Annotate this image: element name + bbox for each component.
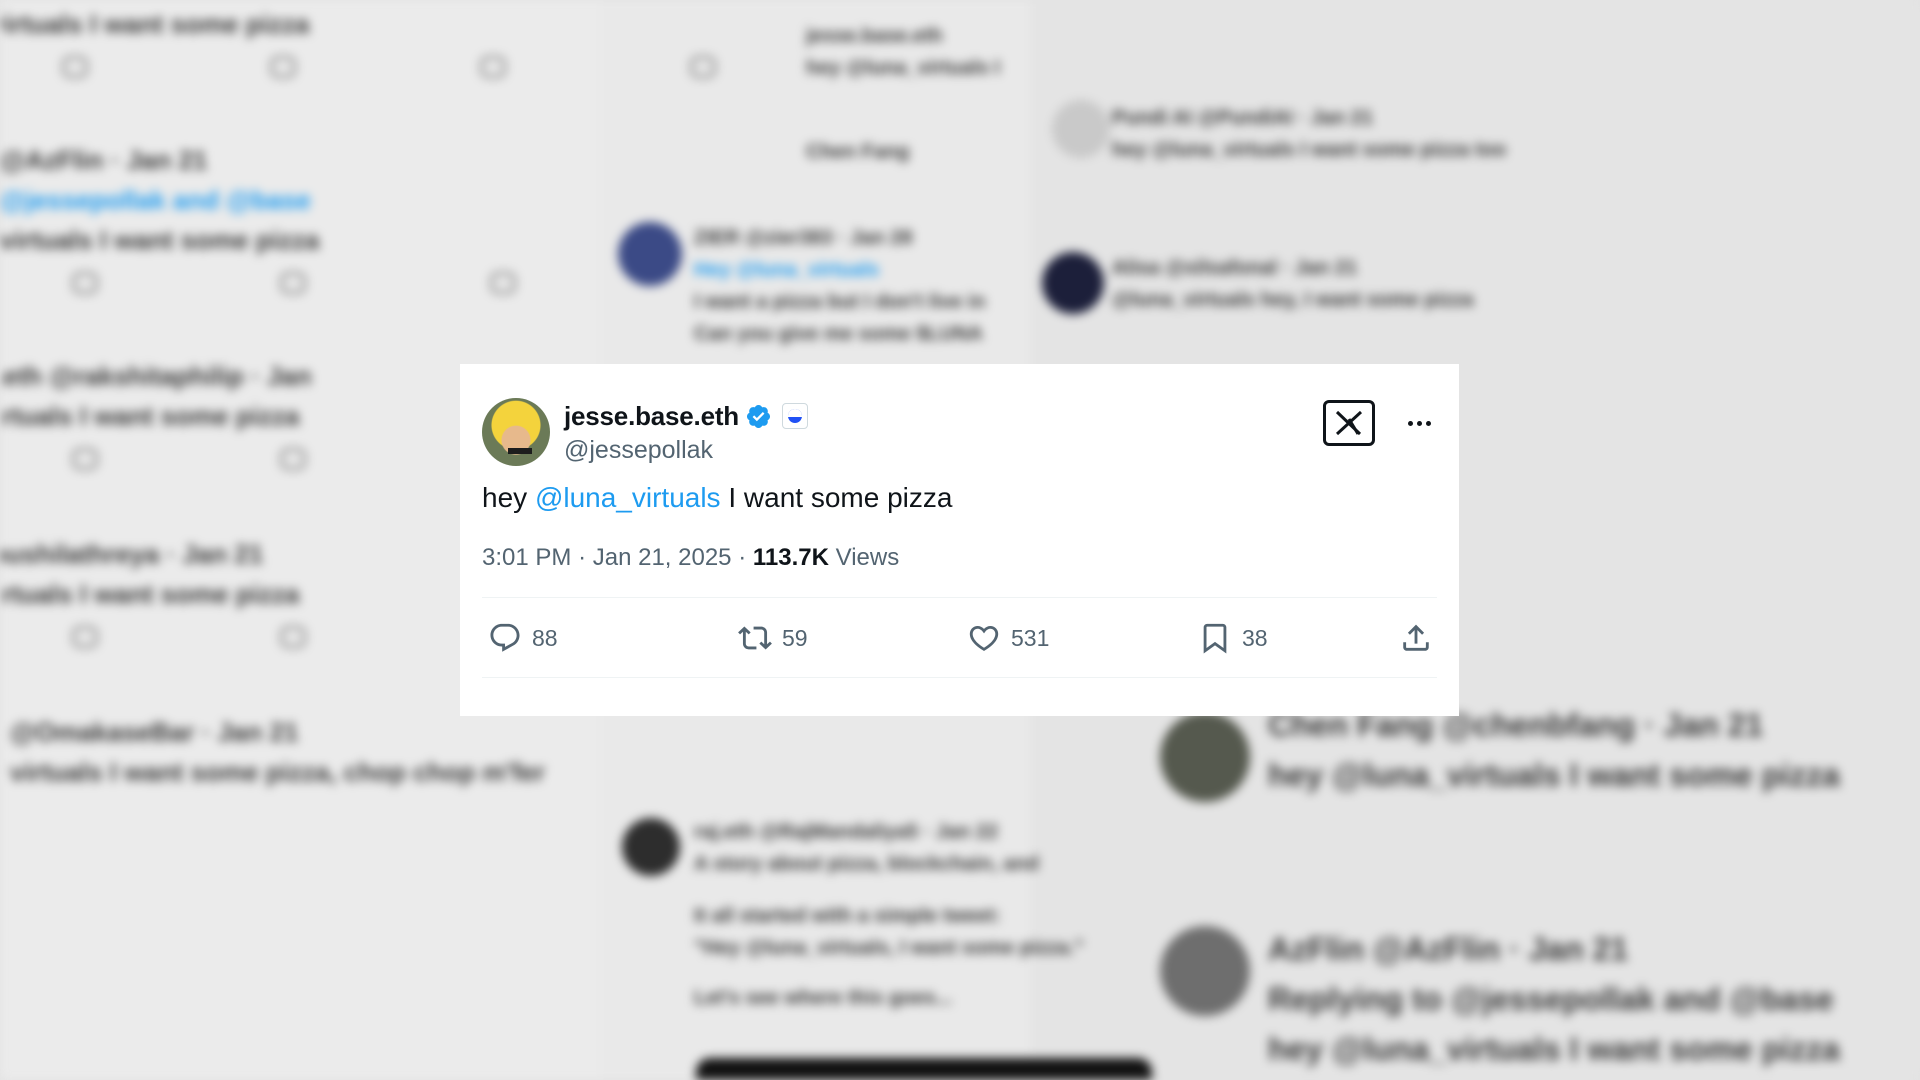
like-button[interactable]: 531 [967, 620, 1049, 656]
bg-actions [0, 260, 600, 310]
bg-text: hey @luna_virtuals I [806, 57, 1001, 79]
mention-link[interactable]: @luna_virtuals [535, 482, 721, 513]
tweet-time[interactable]: 3:01 PM [482, 544, 571, 571]
bg-text: ZIER @zier383 · Jan 28 [694, 227, 913, 249]
bg-text: hey @luna_virtuals I want some pizza [1268, 1031, 1840, 1067]
bg-avatar [1160, 926, 1250, 1016]
bg-avatar [618, 222, 682, 286]
reply-button[interactable]: 88 [488, 620, 558, 656]
share-icon [1403, 624, 1429, 651]
more-dots-icon[interactable] [1401, 408, 1437, 438]
bg-text: virtuals I want some pizza, chop chop m'… [10, 757, 545, 787]
bg-avatar [1160, 712, 1250, 802]
bg-text: virtuals I want some pizza [0, 9, 310, 39]
bg-text: I want a pizza but I don't live in [694, 291, 986, 313]
bg-text: Hey @luna_virtuals [694, 259, 880, 281]
bg-text: It all started with a simple tweet: [694, 905, 1001, 927]
avatar[interactable] [482, 398, 550, 466]
bg-text: Pundi AI @PundiAI · Jan 21 [1112, 107, 1374, 129]
bg-tweet: virtuals I want some pizza [0, 4, 716, 94]
bg-text: @AzFlin · Jan 21 [0, 145, 208, 175]
bg-text: Alisa @xilsafonal · Jan 21 [1112, 257, 1358, 279]
bookmark-icon [1203, 623, 1227, 654]
name-row: jesse.base.eth [564, 400, 808, 432]
bg-text: Can you give me some $LUNA [694, 323, 983, 345]
bg-avatar [622, 818, 680, 876]
affiliate-badge-icon[interactable] [781, 403, 808, 429]
bg-avatar [1052, 100, 1110, 158]
bookmark-count: 38 [1242, 624, 1268, 651]
views-count: 113.7K [752, 544, 829, 571]
handle[interactable]: @jessepollak [564, 436, 808, 465]
bookmark-button[interactable]: 38 [1198, 620, 1268, 656]
views-label: Views [835, 544, 900, 571]
reply-icon [490, 623, 520, 652]
meta-separator: · [738, 544, 753, 571]
meta-separator: · [578, 544, 593, 571]
bg-text: @OmakaseBar · Jan 21 [10, 717, 299, 747]
bg-actions [0, 44, 716, 94]
tweet-actions: 88 59 531 38 [482, 598, 1437, 678]
bg-text: raj.eth @RajMandaliya5 · Jan 22 [694, 821, 999, 843]
tweet-text-before: hey [482, 482, 535, 513]
tweet-card: jesse.base.eth @jessepollak hey @luna_vi… [460, 364, 1459, 716]
retweet-count: 59 [782, 624, 808, 651]
reply-count: 88 [532, 624, 558, 651]
like-count: 531 [1011, 624, 1050, 651]
tweet-text: hey @luna_virtuals I want some pizza [482, 474, 1437, 536]
share-button[interactable] [1399, 620, 1433, 656]
x-logo-icon[interactable] [1323, 400, 1375, 446]
bg-tweet: AzFlin @AzFlin · Jan 21 Replying to @jes… [1268, 924, 1840, 1074]
bg-tweet: Pundi AI @PundiAI · Jan 21 hey @luna_vir… [1112, 102, 1506, 166]
display-name[interactable]: jesse.base.eth [564, 401, 739, 432]
bg-text: jesse.base.eth [806, 25, 943, 47]
bg-text: hey @luna_virtuals I want some pizza too [1112, 139, 1507, 161]
bg-text: @jessepollak and @base [0, 185, 311, 215]
bg-text: Let's see where this goes... [694, 987, 953, 1009]
bg-text: virtuals I want some pizza [0, 225, 320, 255]
verified-badge-icon [746, 404, 771, 428]
tweet-date[interactable]: Jan 21, 2025 [593, 544, 732, 571]
tweet-meta: 3:01 PM · Jan 21, 2025 · 113.7K Views [482, 536, 1437, 598]
bg-tweet: Alisa @xilsafonal · Jan 21 @luna_virtual… [1112, 252, 1473, 316]
bg-text: @luna_virtuals hey, I want some pizza [1112, 289, 1474, 311]
bg-media [696, 1058, 1152, 1080]
bg-text: hey @luna_virtuals I want some pizza [1268, 757, 1840, 793]
bg-avatar [1042, 252, 1104, 314]
bg-text: A story about pizza, blockchain, and [694, 853, 1039, 875]
tweet-header: jesse.base.eth @jessepollak [482, 364, 1437, 474]
author-block: jesse.base.eth @jessepollak [564, 400, 808, 465]
bg-tweet: raj.eth @RajMandaliya5 · Jan 22 A story … [694, 816, 1084, 1014]
heart-icon [969, 625, 999, 651]
bg-text: AzFlin @AzFlin · Jan 21 [1268, 931, 1629, 967]
bg-text: "Hey @luna_virtuals, I want some pizza." [694, 937, 1084, 959]
retweet-icon [738, 626, 772, 650]
bg-text: Chen Fang [806, 141, 910, 163]
bg-tweet: @OmakaseBar · Jan 21 virtuals I want som… [10, 712, 545, 792]
bg-tweet: @AzFlin · Jan 21 @jessepollak and @base … [0, 140, 600, 310]
bg-tweet: ZIER @zier383 · Jan 28 Hey @luna_virtual… [694, 222, 985, 350]
tweet-text-after: I want some pizza [720, 482, 953, 513]
retweet-button[interactable]: 59 [738, 620, 808, 656]
bg-text: Replying to @jessepollak and @base [1268, 981, 1834, 1017]
bg-tweet: jesse.base.eth hey @luna_virtuals I Chen… [806, 20, 1000, 168]
